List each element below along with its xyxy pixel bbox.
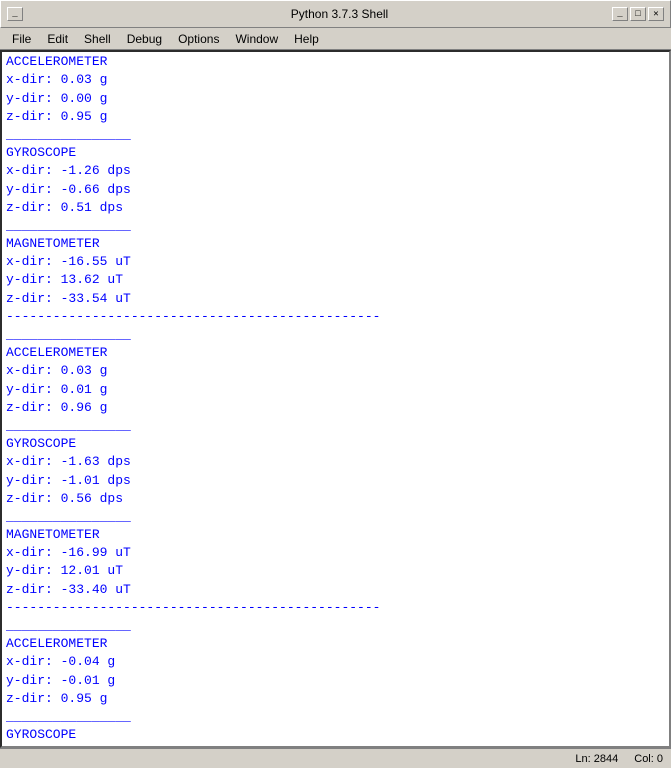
menu-item-edit[interactable]: Edit — [39, 30, 76, 48]
shell-line: x-dir: -0.04 g — [6, 653, 665, 671]
shell-line: y-dir: -0.66 dps — [6, 181, 665, 199]
shell-line: y-dir: 0.01 g — [6, 381, 665, 399]
shell-line: ________________ — [6, 326, 665, 344]
shell-line: x-dir: -16.55 uT — [6, 253, 665, 271]
shell-line: y-dir: 12.01 uT — [6, 562, 665, 580]
shell-line: x-dir: 0.03 g — [6, 71, 665, 89]
menu-item-shell[interactable]: Shell — [76, 30, 119, 48]
shell-line: y-dir: 0.00 g — [6, 90, 665, 108]
shell-output[interactable]: ----------------------------------------… — [2, 52, 669, 746]
shell-container: ----------------------------------------… — [0, 50, 671, 748]
shell-line: ________________ — [6, 217, 665, 235]
shell-line: ________________ — [6, 617, 665, 635]
shell-line: MAGNETOMETER — [6, 526, 665, 544]
shell-line: GYROSCOPE — [6, 435, 665, 453]
shell-line: z-dir: -33.54 uT — [6, 290, 665, 308]
line-number: Ln: 2844 — [575, 753, 618, 765]
shell-line: ________________ — [6, 508, 665, 526]
shell-line: z-dir: 0.95 g — [6, 108, 665, 126]
menu-bar: FileEditShellDebugOptionsWindowHelp — [0, 28, 671, 50]
minimize-button-right[interactable]: _ — [612, 7, 628, 21]
shell-line: y-dir: -1.01 dps — [6, 472, 665, 490]
title-bar: _ Python 3.7.3 Shell _ □ ✕ — [0, 0, 671, 28]
shell-line: ACCELEROMETER — [6, 344, 665, 362]
shell-line: x-dir: -1.26 dps — [6, 162, 665, 180]
menu-item-options[interactable]: Options — [170, 30, 227, 48]
close-button[interactable]: ✕ — [648, 7, 664, 21]
shell-line: x-dir: -1.63 dps — [6, 453, 665, 471]
menu-item-help[interactable]: Help — [286, 30, 327, 48]
shell-line: ACCELEROMETER — [6, 635, 665, 653]
minimize-button[interactable]: _ — [7, 7, 23, 21]
shell-line: z-dir: 0.96 g — [6, 399, 665, 417]
window-title: Python 3.7.3 Shell — [67, 7, 612, 21]
shell-line: ________________ — [6, 417, 665, 435]
shell-line: GYROSCOPE — [6, 726, 665, 744]
shell-line: ----------------------------------------… — [6, 308, 665, 326]
column-number: Col: 0 — [634, 753, 663, 765]
shell-line: ACCELEROMETER — [6, 53, 665, 71]
shell-line: GYROSCOPE — [6, 144, 665, 162]
shell-line: z-dir: 0.51 dps — [6, 199, 665, 217]
shell-line: y-dir: 13.62 uT — [6, 271, 665, 289]
shell-line: x-dir: -16.99 uT — [6, 544, 665, 562]
shell-line: z-dir: 0.95 g — [6, 690, 665, 708]
menu-item-file[interactable]: File — [4, 30, 39, 48]
shell-line: x-dir: 0.03 g — [6, 362, 665, 380]
shell-line: ________________ — [6, 126, 665, 144]
shell-line: ----------------------------------------… — [6, 599, 665, 617]
shell-line: MAGNETOMETER — [6, 235, 665, 253]
menu-item-window[interactable]: Window — [227, 30, 286, 48]
shell-line: y-dir: -0.01 g — [6, 672, 665, 690]
shell-line: ________________ — [6, 708, 665, 726]
shell-line: z-dir: 0.56 dps — [6, 490, 665, 508]
menu-item-debug[interactable]: Debug — [119, 30, 170, 48]
status-bar: Ln: 2844 Col: 0 — [0, 748, 671, 768]
maximize-button[interactable]: □ — [630, 7, 646, 21]
shell-line: z-dir: -33.40 uT — [6, 581, 665, 599]
